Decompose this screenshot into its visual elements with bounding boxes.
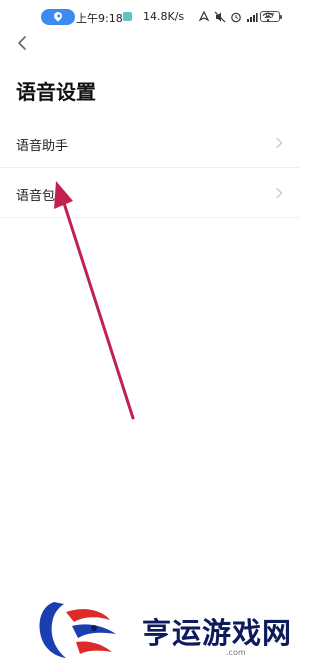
- status-bar: 上午9:18 14.8K/s 97: [0, 0, 300, 34]
- chevron-right-icon: [276, 137, 283, 149]
- back-arrow-icon[interactable]: [14, 34, 32, 52]
- settings-list: 语音助手 语音包: [0, 118, 300, 218]
- network-speed: 14.8K/s: [143, 10, 185, 23]
- list-item-label: 语音助手: [16, 139, 69, 154]
- watermark: 亨运游戏网 .com: [36, 598, 294, 662]
- watermark-text: 亨运游戏网: [142, 616, 293, 650]
- location-pill: [41, 9, 75, 25]
- voice-assistant-item[interactable]: 语音助手: [0, 118, 300, 168]
- list-item-label: 语音包: [16, 189, 56, 204]
- status-time: 上午9:18: [76, 12, 123, 25]
- alarm-icon: [231, 12, 241, 23]
- battery-icon: 97: [260, 11, 282, 22]
- mute-icon: [214, 11, 226, 23]
- signal-icon: [247, 13, 258, 22]
- chevron-right-icon: [276, 187, 283, 199]
- voice-pack-item[interactable]: 语音包: [0, 168, 300, 218]
- location-pin-icon: [52, 10, 64, 22]
- network-icon: [198, 11, 210, 22]
- watermark-domain: .com: [226, 648, 246, 657]
- watermark-logo: [39, 602, 116, 658]
- page-title: 语音设置: [16, 80, 96, 104]
- app-notification-icon: [123, 12, 132, 21]
